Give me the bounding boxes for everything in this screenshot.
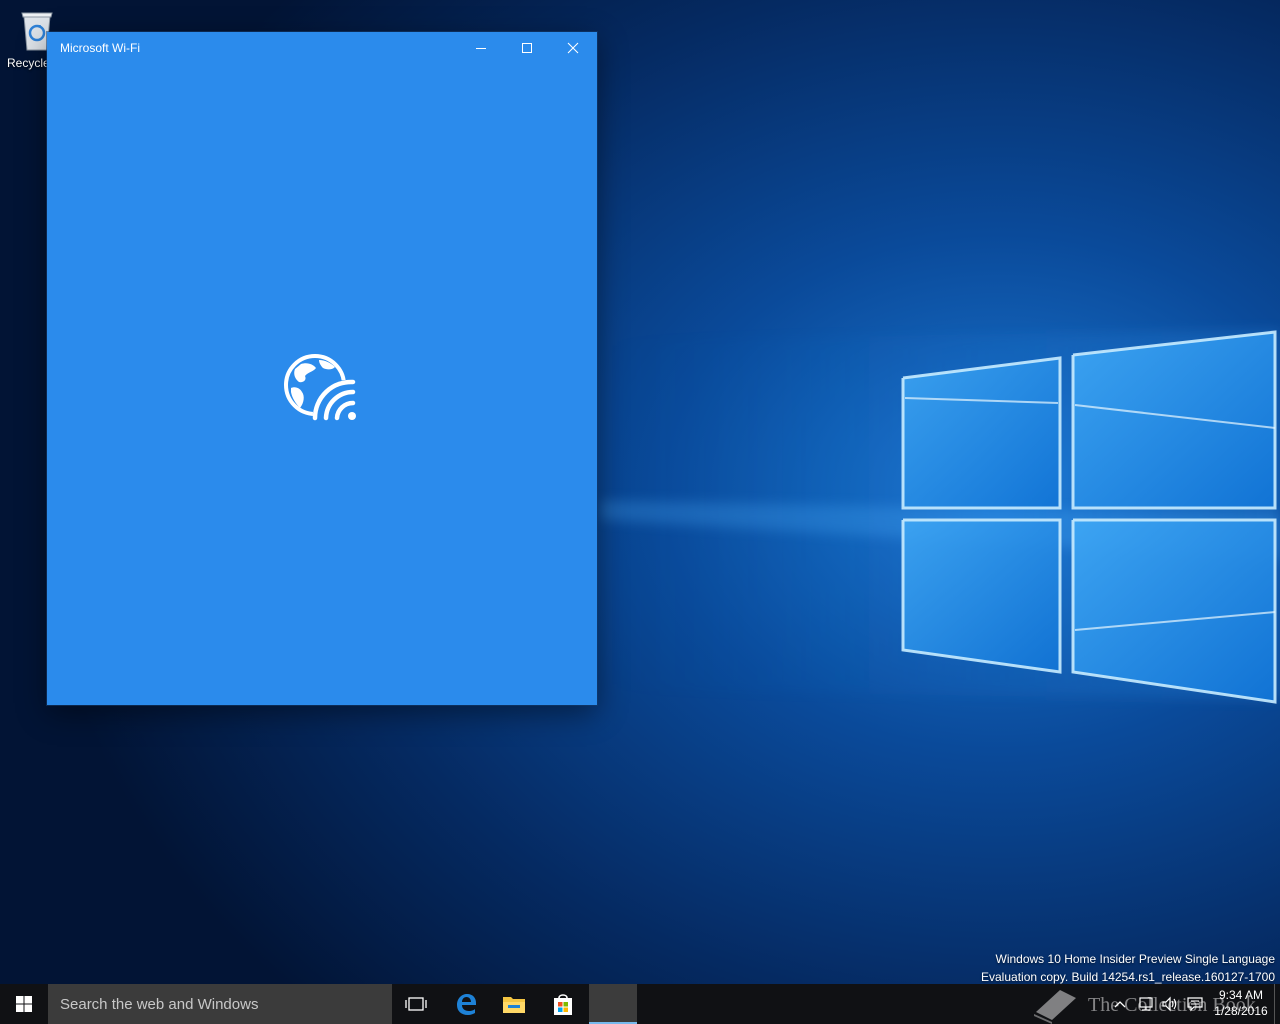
minimize-icon <box>476 48 486 49</box>
windows-logo-icon <box>16 996 32 1012</box>
network-icon <box>1139 997 1153 1011</box>
close-icon <box>567 42 579 54</box>
volume-button[interactable] <box>1160 994 1180 1014</box>
chevron-up-icon <box>1114 1001 1126 1008</box>
system-clock[interactable]: 9:34 AM 1/28/2016 <box>1208 987 1274 1019</box>
close-button[interactable] <box>550 32 596 64</box>
file-explorer-button[interactable] <box>490 984 538 1024</box>
show-desktop-button[interactable] <box>1274 984 1280 1024</box>
edge-button[interactable] <box>442 984 490 1024</box>
store-icon <box>554 994 572 1015</box>
store-button[interactable] <box>539 984 587 1024</box>
wifi-app-window[interactable]: Microsoft Wi-Fi <box>47 32 597 705</box>
folder-icon <box>503 997 525 1013</box>
evaluation-watermark: Windows 10 Home Insider Preview Single L… <box>981 950 1275 986</box>
search-box[interactable]: Search the web and Windows <box>48 984 392 1024</box>
task-view-button[interactable] <box>392 984 440 1024</box>
minimize-button[interactable] <box>458 32 504 64</box>
action-center-icon <box>1187 997 1203 1012</box>
maximize-icon <box>522 43 532 53</box>
maximize-button[interactable] <box>504 32 550 64</box>
taskbar: Search the web and Windows The Collectio… <box>0 984 1280 1024</box>
show-hidden-icons-button[interactable] <box>1110 994 1130 1014</box>
volume-icon <box>1162 996 1177 1012</box>
wifi-app-taskbar-button[interactable] <box>589 984 637 1024</box>
title-bar[interactable]: Microsoft Wi-Fi <box>47 32 597 64</box>
start-button[interactable] <box>0 984 48 1024</box>
task-view-icon <box>405 997 427 1011</box>
window-title: Microsoft Wi-Fi <box>60 41 140 55</box>
clock-time: 9:34 AM <box>1218 988 1264 1002</box>
watermark-line-1: Windows 10 Home Insider Preview Single L… <box>995 952 1276 966</box>
clock-date: 1/28/2016 <box>1214 1004 1268 1018</box>
book-icon <box>1034 990 1076 1024</box>
edge-icon <box>457 994 476 1015</box>
globe-wifi-icon <box>284 354 359 422</box>
search-placeholder: Search the web and Windows <box>60 996 259 1013</box>
action-center-button[interactable] <box>1185 994 1205 1014</box>
network-button[interactable] <box>1136 994 1156 1014</box>
